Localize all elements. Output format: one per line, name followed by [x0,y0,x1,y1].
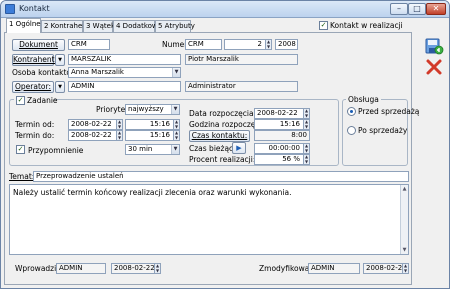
przypomnienie-value: 30 min [128,145,153,153]
numer-value: 2 [257,40,262,48]
operator-name-field: Administrator [185,81,298,92]
numer-prefix-field[interactable]: CRM [185,39,222,50]
termin-do-date-field[interactable]: 2008-02-22 ▲ ▼ [68,130,123,141]
godzina-rozpoczecia-field[interactable]: 15:16 ▲ ▼ [254,119,310,130]
kontrahent-code-field[interactable]: MARSZALIK [68,54,181,65]
zadanie-checkbox[interactable]: ✓ [16,96,25,105]
termin-do-label: Termin do: [15,131,55,140]
czas-biezacy-spinner[interactable]: ▲ ▼ [303,144,309,153]
wprowadzil-date: 2008-02-22 [114,264,155,272]
przypomnienie-select[interactable]: 30 min ▼ [125,144,180,155]
operator-code-field[interactable]: ADMIN [68,81,181,92]
termin-do-time-spinner[interactable]: ▲ ▼ [173,131,179,140]
data-rozpoczecia-field[interactable]: 2008-02-22 ▲ ▼ [254,108,310,119]
termin-od-date-field[interactable]: 2008-02-22 ▲ ▼ [68,119,123,130]
title-bar: Kontakt – □ ✕ [1,1,449,18]
scroll-up-icon[interactable]: ▲ [401,185,408,193]
save-icon [425,38,444,55]
obsluga-radio-przed[interactable] [347,107,356,116]
termin-od-time-spinner[interactable]: ▲ ▼ [173,120,179,129]
wprowadzil-label: Wprowadził: [15,264,61,273]
osoba-value: Anna Marszalik [71,68,124,76]
czas-kontaktu-button[interactable]: Czas kontaktu: [189,130,250,142]
termin-od-time: 15:16 [149,120,170,128]
termin-do-time-field[interactable]: 15:16 ▲ ▼ [125,130,180,141]
termin-od-time-field[interactable]: 15:16 ▲ ▼ [125,119,180,130]
save-button[interactable] [423,35,444,55]
termin-od-date-spinner[interactable]: ▲ ▼ [116,120,122,129]
tab-kontrahent[interactable]: 2 Kontrahent [41,20,89,32]
zmodyfikowal-label: Zmodyfikował: [259,264,315,273]
temat-field[interactable]: Przeprowadzenie ustaleń [33,171,409,182]
priorytet-value: najwyższy [128,105,164,113]
obsluga-radio-po[interactable] [347,126,356,135]
numer-value-field[interactable]: 2 ▲ ▼ [224,39,272,50]
termin-do-time: 15:16 [149,131,170,139]
wprowadzil-date-field: 2008-02-22 ▲ ▼ [111,263,161,274]
chevron-down-icon[interactable]: ▼ [172,68,180,77]
dokument-field[interactable]: CRM [68,39,110,50]
procent-label: Procent realizacji: [189,155,256,164]
czas-kontaktu-field: 8:00 [254,130,310,141]
numer-spinner[interactable]: ▲ ▼ [265,40,271,49]
czas-biezacy-value: 00:00:00 [268,144,300,152]
tab-dodatkowe[interactable]: 4 Dodatkowe [113,20,162,32]
dokument-button[interactable]: Dokument [12,39,65,51]
maximize-button[interactable]: □ [408,3,426,15]
zmodyfikowal-user-field: ADMIN [308,263,360,274]
wprowadzil-user-field: ADMIN [56,263,106,274]
data-rozpoczecia-label: Data rozpoczęcia: [189,109,257,118]
termin-do-date-spinner[interactable]: ▲ ▼ [116,131,122,140]
termin-od-date: 2008-02-22 [71,120,112,128]
opis-text: Należy ustalić termin końcowy realizacji… [13,188,292,197]
zmodyfikowal-date: 2008-02-22 [366,264,407,272]
minimize-button[interactable]: – [390,3,408,15]
procent-field[interactable]: 56 % ▲ ▼ [254,154,310,165]
tab-atrybuty[interactable]: 5 Atrybuty [155,20,195,32]
wprowadzil-date-spinner: ▲ ▼ [154,263,160,273]
close-button[interactable]: ✕ [426,3,446,15]
play-icon[interactable]: ▶ [232,142,246,154]
kontrahent-button[interactable]: Kontrahent: [12,54,57,66]
czas-biezacy-field[interactable]: 00:00:00 ▲ ▼ [254,143,310,154]
opis-textarea[interactable]: Należy ustalić termin końcowy realizacji… [9,184,409,255]
realizacja-label: Kontakt w realizacji [330,21,403,30]
tab-ogolne[interactable]: 1 Ogólne [6,18,41,33]
zmodyfikowal-date-field: 2008-02-22 ▲ ▼ [363,263,409,274]
zadanie-label: Zadanie [27,96,58,105]
priorytet-select[interactable]: najwyższy ▼ [125,104,180,115]
data-rozpoczecia-spinner[interactable]: ▲ ▼ [303,109,309,118]
scroll-down-icon[interactable]: ▼ [401,246,408,254]
chevron-down-icon[interactable]: ▼ [171,105,179,114]
osoba-select[interactable]: Anna Marszalik ▼ [68,67,181,78]
godzina-rozpoczecia-value: 15:16 [279,120,300,128]
cancel-button[interactable] [423,56,443,76]
termin-od-label: Termin od: [15,120,55,129]
godzina-rozpoczecia-spinner[interactable]: ▲ ▼ [303,120,309,129]
cancel-icon [426,59,442,75]
chevron-down-icon[interactable]: ▼ [171,145,179,154]
przypomnienie-checkbox[interactable]: ✓ [16,145,25,154]
contact-window: Kontakt – □ ✕ 1 Ogólne 2 Kontrahent 3 Wą… [0,0,450,289]
obsluga-option-po: Po sprzedaży [358,126,408,135]
zmodyfikowal-date-spinner: ▲ ▼ [402,263,408,273]
data-rozpoczecia-value: 2008-02-22 [257,109,298,117]
tab-watek[interactable]: 3 Wątek [83,20,115,32]
termin-do-date: 2008-02-22 [71,131,112,139]
kontrahent-name-field: Piotr Marszalik [185,54,298,65]
przypomnienie-label: Przypomnienie [28,146,84,155]
operator-dropdown-button[interactable]: ▼ [55,81,65,93]
procent-value: 56 % [282,155,300,163]
app-icon [5,4,15,14]
numer-year-field[interactable]: 2008 [275,39,298,50]
opis-scrollbar[interactable]: ▲ ▼ [400,185,408,254]
temat-label: Temat: [9,172,35,181]
realizacja-checkbox[interactable]: ✓ [319,21,328,30]
operator-button[interactable]: Operator: [12,81,54,93]
obsluga-option-przed: Przed sprzedażą [358,107,420,116]
obsluga-label: Obsługa [346,95,381,104]
window-title: Kontakt [19,4,50,13]
procent-spinner[interactable]: ▲ ▼ [303,155,309,164]
kontrahent-dropdown-button[interactable]: ▼ [55,54,65,66]
